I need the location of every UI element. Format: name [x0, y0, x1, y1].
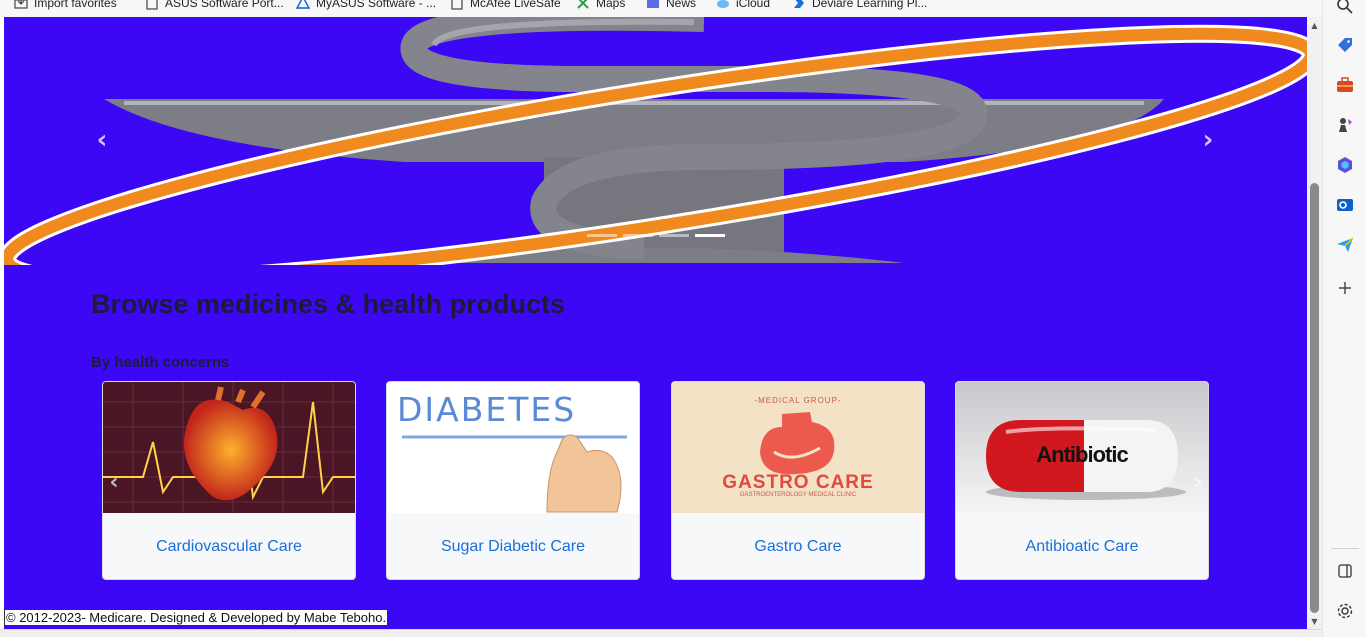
news-icon: [647, 0, 659, 8]
gastro-image-sub-text: GASTROENTEROLOGY MEDICAL CLINIC: [739, 492, 857, 498]
favorite-import[interactable]: Import favorites: [14, 0, 117, 13]
card-antibiotic[interactable]: Antibiotic Antibioatic Care: [955, 381, 1209, 580]
briefcase-icon: [1337, 77, 1353, 92]
deviare-icon: [794, 0, 804, 8]
indicator-3[interactable]: [659, 234, 689, 237]
card-label[interactable]: Cardiovascular Care: [103, 513, 355, 579]
maps-icon: [577, 0, 589, 9]
cards-next-button[interactable]: ›: [1188, 467, 1208, 497]
vertical-scrollbar[interactable]: ▲ ▼: [1307, 17, 1322, 629]
indicator-4[interactable]: [695, 234, 725, 237]
card-label[interactable]: Antibioatic Care: [956, 513, 1208, 579]
favorite-deviare[interactable]: Deviare Learning Pl...: [792, 0, 927, 13]
card-image-heart: [103, 382, 355, 513]
send-icon: [1337, 237, 1354, 252]
scroll-up-arrow-icon[interactable]: ▲: [1307, 18, 1322, 32]
asus-icon: [296, 0, 310, 9]
page-icon: [451, 0, 463, 10]
card-diabetic[interactable]: DIABETES Sugar Diabetic Care: [386, 381, 640, 580]
card-image-antibiotic: Antibiotic: [956, 382, 1208, 513]
page-viewport: ‹ › Browse medicines & health products B…: [4, 17, 1307, 629]
footer-copyright: © 2012-2023- Medicare. Designed & Develo…: [4, 609, 389, 626]
chess-icon: [1339, 118, 1352, 132]
page-icon: [146, 0, 158, 10]
split-screen-icon: [1338, 564, 1352, 578]
card-label[interactable]: Gastro Care: [672, 513, 924, 579]
favorite-mcafee[interactable]: McAfee LiveSafe: [450, 0, 561, 13]
card-cardiovascular[interactable]: Cardiovascular Care: [102, 381, 356, 580]
pharmacy-logo-image: [4, 17, 1307, 265]
card-gastro[interactable]: -MEDICAL GROUP- GASTRO CARE GASTROENTERO…: [671, 381, 925, 580]
copilot-icon: [1338, 157, 1352, 173]
sidebar-add-button[interactable]: [1333, 276, 1357, 300]
card-image-diabetes: DIABETES: [387, 382, 639, 513]
sidebar-split-screen-button[interactable]: [1333, 559, 1357, 583]
scrollbar-thumb[interactable]: [1310, 183, 1319, 613]
favorite-myasus[interactable]: MyASUS Software - ...: [296, 0, 436, 13]
tag-icon: [1338, 38, 1352, 52]
window-bottom-edge: [0, 629, 1322, 637]
settings-icon: [1337, 603, 1353, 619]
chevron-left-icon: ‹: [109, 469, 119, 495]
gastro-image-text: GASTRO CARE: [722, 472, 874, 493]
favorite-maps[interactable]: Maps: [576, 0, 625, 13]
sidebar-search-button[interactable]: [1333, 0, 1357, 18]
indicator-2[interactable]: [623, 234, 653, 237]
favorites-bar: Import favorites ASUS Software Port... M…: [0, 0, 1322, 17]
page-title: Browse medicines & health products: [91, 289, 566, 319]
sidebar-shopping-button[interactable]: [1333, 33, 1357, 57]
gastro-image-top-text: -MEDICAL GROUP-: [754, 396, 842, 405]
search-icon: [1337, 0, 1353, 14]
cards-prev-button[interactable]: ‹: [104, 467, 124, 497]
carousel-indicators: [587, 234, 725, 237]
sidebar-settings-button[interactable]: [1333, 599, 1357, 623]
card-image-gastro: -MEDICAL GROUP- GASTRO CARE GASTROENTERO…: [672, 382, 924, 513]
antibiotic-image-text: Antibiotic: [1036, 442, 1128, 467]
chevron-right-icon: ›: [1193, 469, 1203, 495]
sidebar-send-button[interactable]: [1333, 233, 1357, 257]
scroll-down-arrow-icon[interactable]: ▼: [1307, 614, 1322, 628]
hero-carousel: ‹ ›: [4, 17, 1307, 265]
cloud-icon: [717, 0, 729, 8]
hero-prev-button[interactable]: ‹: [90, 125, 114, 155]
add-icon: [1339, 282, 1351, 294]
card-label[interactable]: Sugar Diabetic Care: [387, 513, 639, 579]
hero-next-button[interactable]: ›: [1196, 125, 1220, 155]
sidebar-tools-button[interactable]: [1333, 73, 1357, 97]
favorite-asus-portal[interactable]: ASUS Software Port...: [145, 0, 284, 13]
chevron-right-icon: ›: [1202, 125, 1214, 155]
section-subtitle: By health concerns: [91, 354, 230, 371]
chevron-left-icon: ‹: [96, 125, 108, 155]
health-concerns-carousel: Cardiovascular Care DIABETES Sugar Diabe…: [102, 381, 1212, 581]
favorite-news[interactable]: News: [646, 0, 696, 13]
sidebar-outlook-button[interactable]: [1333, 193, 1357, 217]
diabetes-image-text: DIABETES: [397, 390, 577, 429]
favorite-icloud[interactable]: iCloud: [716, 0, 770, 13]
sidebar-games-button[interactable]: [1333, 113, 1357, 137]
sidebar-copilot-button[interactable]: [1333, 153, 1357, 177]
sidebar-divider: [1331, 548, 1359, 549]
browser-sidebar: [1322, 0, 1366, 637]
outlook-icon: [1337, 199, 1353, 211]
indicator-1[interactable]: [587, 234, 617, 237]
import-icon: [14, 0, 28, 9]
